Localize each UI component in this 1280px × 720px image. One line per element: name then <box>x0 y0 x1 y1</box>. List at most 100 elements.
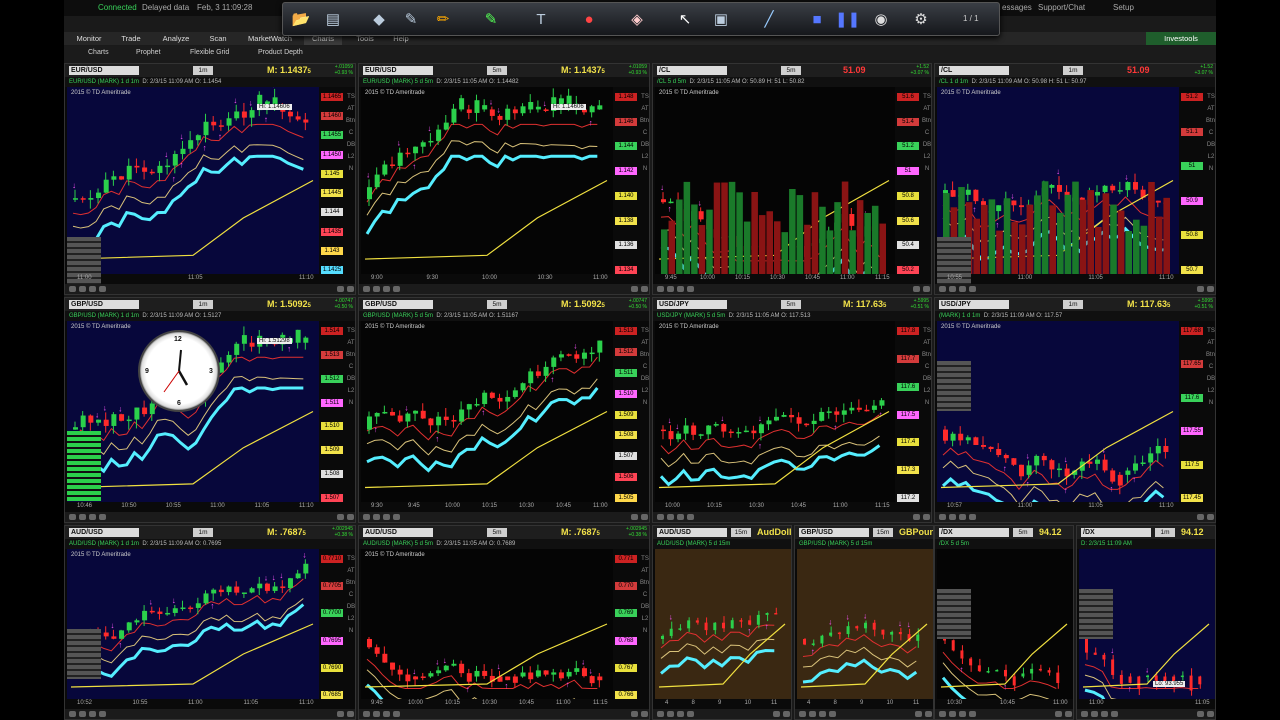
zoom-icon[interactable] <box>1091 711 1098 717</box>
zoom-icon[interactable] <box>99 514 106 520</box>
screen-capture-icon[interactable]: ▣ <box>711 10 731 30</box>
zoom-icon[interactable] <box>969 286 976 292</box>
zoom-icon[interactable] <box>69 711 76 717</box>
scroll-right-icon[interactable] <box>641 711 648 717</box>
study-sidebar[interactable]: TSATBtnsCDBL2N <box>1206 328 1215 509</box>
scroll-left-icon[interactable] <box>1197 286 1204 292</box>
scroll-left-icon[interactable] <box>631 514 638 520</box>
zoom-icon[interactable] <box>657 514 664 520</box>
support-chat-link[interactable]: Support/Chat <box>1038 0 1085 16</box>
zoom-icon[interactable] <box>939 711 946 717</box>
zoom-icon[interactable] <box>959 514 966 520</box>
zoom-icon[interactable] <box>69 286 76 292</box>
scroll-right-icon[interactable] <box>1065 711 1072 717</box>
zoom-icon[interactable] <box>383 286 390 292</box>
zoom-icon[interactable] <box>969 514 976 520</box>
save-icon[interactable]: ▤ <box>323 10 343 30</box>
pen-icon[interactable]: ✎ <box>401 10 421 30</box>
zoom-icon[interactable] <box>1101 711 1108 717</box>
zoom-icon[interactable] <box>677 286 684 292</box>
scroll-left-icon[interactable] <box>1055 711 1062 717</box>
line-tool-icon[interactable]: ╱ <box>759 10 779 30</box>
subtab-product-depth[interactable]: Product Depth <box>258 46 303 60</box>
marker-icon[interactable]: ✎ <box>481 10 501 30</box>
price-plot[interactable]: ↓ ↑ ↑ <box>655 549 791 699</box>
zoom-icon[interactable] <box>383 711 390 717</box>
scroll-left-icon[interactable] <box>631 711 638 717</box>
price-plot[interactable]: 2015 © TD Ameritrade ↓ ↓ ↓ ↓ ↑ ↑ ↑ <box>655 321 895 502</box>
zoom-icon[interactable] <box>99 286 106 292</box>
subtab-flexible-grid[interactable]: Flexible Grid <box>190 46 229 60</box>
symbol-field[interactable]: AUD/USD <box>69 528 139 537</box>
chart-panel[interactable]: GBP/USD 5m M: 1.50925 +.00747 +0.50 % GBP… <box>358 297 650 523</box>
zoom-icon[interactable] <box>657 711 664 717</box>
chart-panel[interactable]: USD/JPY 5m M: 117.635 +.5995 +0.51 % USD/… <box>652 297 932 523</box>
timeframe-button[interactable]: 1m <box>1063 300 1083 309</box>
scroll-left-icon[interactable] <box>337 286 344 292</box>
zoom-icon[interactable] <box>383 514 390 520</box>
chart-panel[interactable]: AUD/USD 15m AudDolla AUD/USD (MARK) 5 d … <box>652 525 792 720</box>
study-sidebar[interactable]: TSATBtnsCDBL2N <box>346 556 355 706</box>
zoom-icon[interactable] <box>79 514 86 520</box>
scroll-left-icon[interactable] <box>1197 711 1204 717</box>
study-sidebar[interactable]: TSATBtnsCDBL2N <box>640 328 649 509</box>
tab-monitor[interactable]: Monitor <box>70 32 108 45</box>
zoom-icon[interactable] <box>959 711 966 717</box>
zoom-icon[interactable] <box>89 514 96 520</box>
zoom-icon[interactable] <box>809 711 816 717</box>
zoom-icon[interactable] <box>69 514 76 520</box>
zoom-icon[interactable] <box>79 711 86 717</box>
price-plot[interactable]: 2015 © TD Ameritrade ↓↓↑↓↓↓↓↓↑ <box>361 87 613 274</box>
zoom-icon[interactable] <box>393 514 400 520</box>
symbol-field[interactable]: AUD/USD <box>657 528 727 537</box>
zoom-icon[interactable] <box>667 711 674 717</box>
subtab-prophet[interactable]: Prophet <box>136 46 161 60</box>
scroll-right-icon[interactable] <box>641 286 648 292</box>
zoom-icon[interactable] <box>687 711 694 717</box>
price-plot[interactable]: 2015 © TD Ameritrade ↓↑↑↓↓↓↓ <box>655 87 895 274</box>
zoom-icon[interactable] <box>819 711 826 717</box>
timeframe-button[interactable]: 5m <box>487 528 507 537</box>
timeframe-button[interactable]: 1m <box>1155 528 1175 537</box>
timeframe-button[interactable]: 1m <box>1063 66 1083 75</box>
price-plot[interactable]: 2015 © TD Ameritrade ↓↓↑↓↑↑↑↓↓↑↓ <box>67 87 319 287</box>
zoom-icon[interactable] <box>363 286 370 292</box>
timeframe-button[interactable]: 15m <box>731 528 751 537</box>
zoom-icon[interactable] <box>939 514 946 520</box>
price-plot[interactable]: 2015 © TD Ameritrade ↑ ↓ ↑ ↓ ↑ ↓ ↑ ↑ <box>937 321 1179 502</box>
chart-panel[interactable]: GBP/USD 15m GBPounc GBP/USD (MARK) 5 d 1… <box>794 525 934 720</box>
zoom-icon[interactable] <box>363 711 370 717</box>
symbol-field[interactable]: AUD/USD <box>363 528 433 537</box>
zoom-icon[interactable] <box>949 711 956 717</box>
zoom-icon[interactable] <box>1111 711 1118 717</box>
study-sidebar[interactable]: TSATBtnsCDBL2N <box>922 94 931 281</box>
zoom-icon[interactable] <box>667 514 674 520</box>
symbol-field[interactable]: GBP/USD <box>799 528 869 537</box>
eraser-icon[interactable]: ◈ <box>627 10 647 30</box>
chart-panel[interactable]: USD/JPY 1m M: 117.635 +.5995 +0.51 % (MAR… <box>934 297 1216 523</box>
symbol-field[interactable]: /DX <box>939 528 1009 537</box>
chart-panel[interactable]: /DX 1m 94.12 D: 2/3/15 11:09 AM ↓ ↑ ↓ 11:0… <box>1076 525 1216 720</box>
scroll-right-icon[interactable] <box>925 711 932 717</box>
symbol-field[interactable]: /DX <box>1081 528 1151 537</box>
zoom-icon[interactable] <box>657 286 664 292</box>
study-sidebar[interactable]: TSATBtnsCDBL2N <box>1206 94 1215 281</box>
zoom-icon[interactable] <box>677 711 684 717</box>
scroll-right-icon[interactable] <box>347 286 354 292</box>
symbol-field[interactable]: EUR/USD <box>69 66 139 75</box>
stop-icon[interactable]: ■ <box>807 10 827 30</box>
zoom-icon[interactable] <box>949 514 956 520</box>
price-plot[interactable]: 2015 © TD Ameritrade ↑ ↓ ↑ ↑ ↑ ↓ <box>361 321 613 502</box>
scroll-left-icon[interactable] <box>631 286 638 292</box>
tab-trade[interactable]: Trade <box>114 32 148 45</box>
timeframe-button[interactable]: 15m <box>873 528 893 537</box>
scroll-right-icon[interactable] <box>923 514 930 520</box>
chart-panel[interactable]: /CL 5m 51.09 +1.52 +3.07 % /CL 5 d 5m D: … <box>652 63 932 295</box>
zoom-icon[interactable] <box>363 514 370 520</box>
zoom-icon[interactable] <box>99 711 106 717</box>
subtab-charts[interactable]: Charts <box>88 46 109 60</box>
zoom-icon[interactable] <box>687 514 694 520</box>
scroll-right-icon[interactable] <box>923 286 930 292</box>
price-plot[interactable]: 2015 © TD Ameritrade ↓ ↓ ↓ ↑ ↓ ↑ ↑ ↓ ↓ <box>361 549 613 699</box>
zoom-icon[interactable] <box>949 286 956 292</box>
